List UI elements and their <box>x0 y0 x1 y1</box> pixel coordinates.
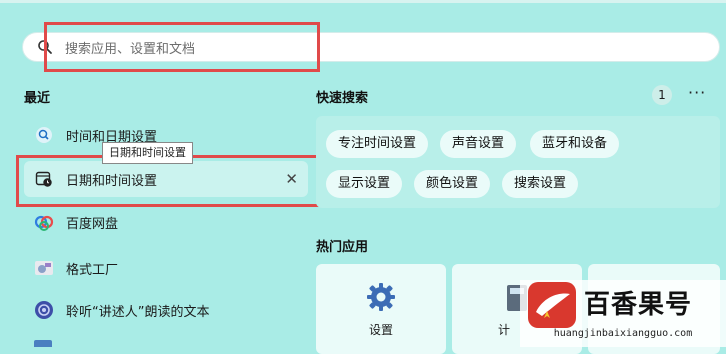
gear-icon <box>367 283 395 311</box>
close-icon[interactable]: ✕ <box>285 170 298 188</box>
search-icon <box>34 125 54 145</box>
pill-search-settings[interactable]: 搜索设置 <box>502 170 579 198</box>
recent-item-format-factory[interactable]: 格式工厂 <box>24 250 308 286</box>
search-bar[interactable] <box>22 32 720 62</box>
watermark: 百香果号 huangjinbaixiangguo.com <box>520 280 726 347</box>
clock-calendar-icon <box>34 169 54 189</box>
baidu-netdisk-icon <box>34 212 54 232</box>
recent-item-narrator[interactable]: 聆听“讲述人”朗读的文本 <box>24 292 308 328</box>
watermark-logo <box>528 282 576 328</box>
recent-item-baidu-netdisk[interactable]: 百度网盘 <box>24 204 308 240</box>
pill-bluetooth-devices[interactable]: 蓝牙和设备 <box>530 130 620 158</box>
narrator-icon <box>34 300 54 320</box>
window-top-border <box>0 0 726 3</box>
search-input[interactable] <box>63 37 687 61</box>
watermark-title: 百香果号 <box>584 290 693 320</box>
quick-search-count-badge: 1 <box>652 85 672 105</box>
recent-item-date-time-settings[interactable]: 日期和时间设置 ✕ <box>24 161 308 197</box>
recent-title: 最近 <box>24 91 51 106</box>
hot-apps-title: 热门应用 <box>316 240 369 255</box>
recent-item-label: 聆听“讲述人”朗读的文本 <box>66 304 210 320</box>
app-card-settings[interactable]: 设置 <box>316 264 446 354</box>
recent-item-label: 百度网盘 <box>66 216 119 232</box>
pill-color-settings[interactable]: 颜色设置 <box>414 170 491 198</box>
tooltip: 日期和时间设置 <box>102 142 193 164</box>
watermark-url: huangjinbaixiangguo.com <box>553 328 693 339</box>
format-factory-icon <box>34 258 54 278</box>
recent-item-label: 日期和时间设置 <box>66 173 158 189</box>
pill-focus-settings[interactable]: 专注时间设置 <box>326 130 429 158</box>
search-icon <box>38 40 52 54</box>
recent-item-partial <box>34 340 52 347</box>
pill-sound-settings[interactable]: 声音设置 <box>440 130 517 158</box>
quick-search-title: 快速搜索 <box>316 91 369 106</box>
recent-item-label: 格式工厂 <box>66 262 119 278</box>
pill-display-settings[interactable]: 显示设置 <box>326 170 403 198</box>
app-label: 设置 <box>368 323 393 337</box>
more-options-icon[interactable]: ··· <box>688 83 706 102</box>
